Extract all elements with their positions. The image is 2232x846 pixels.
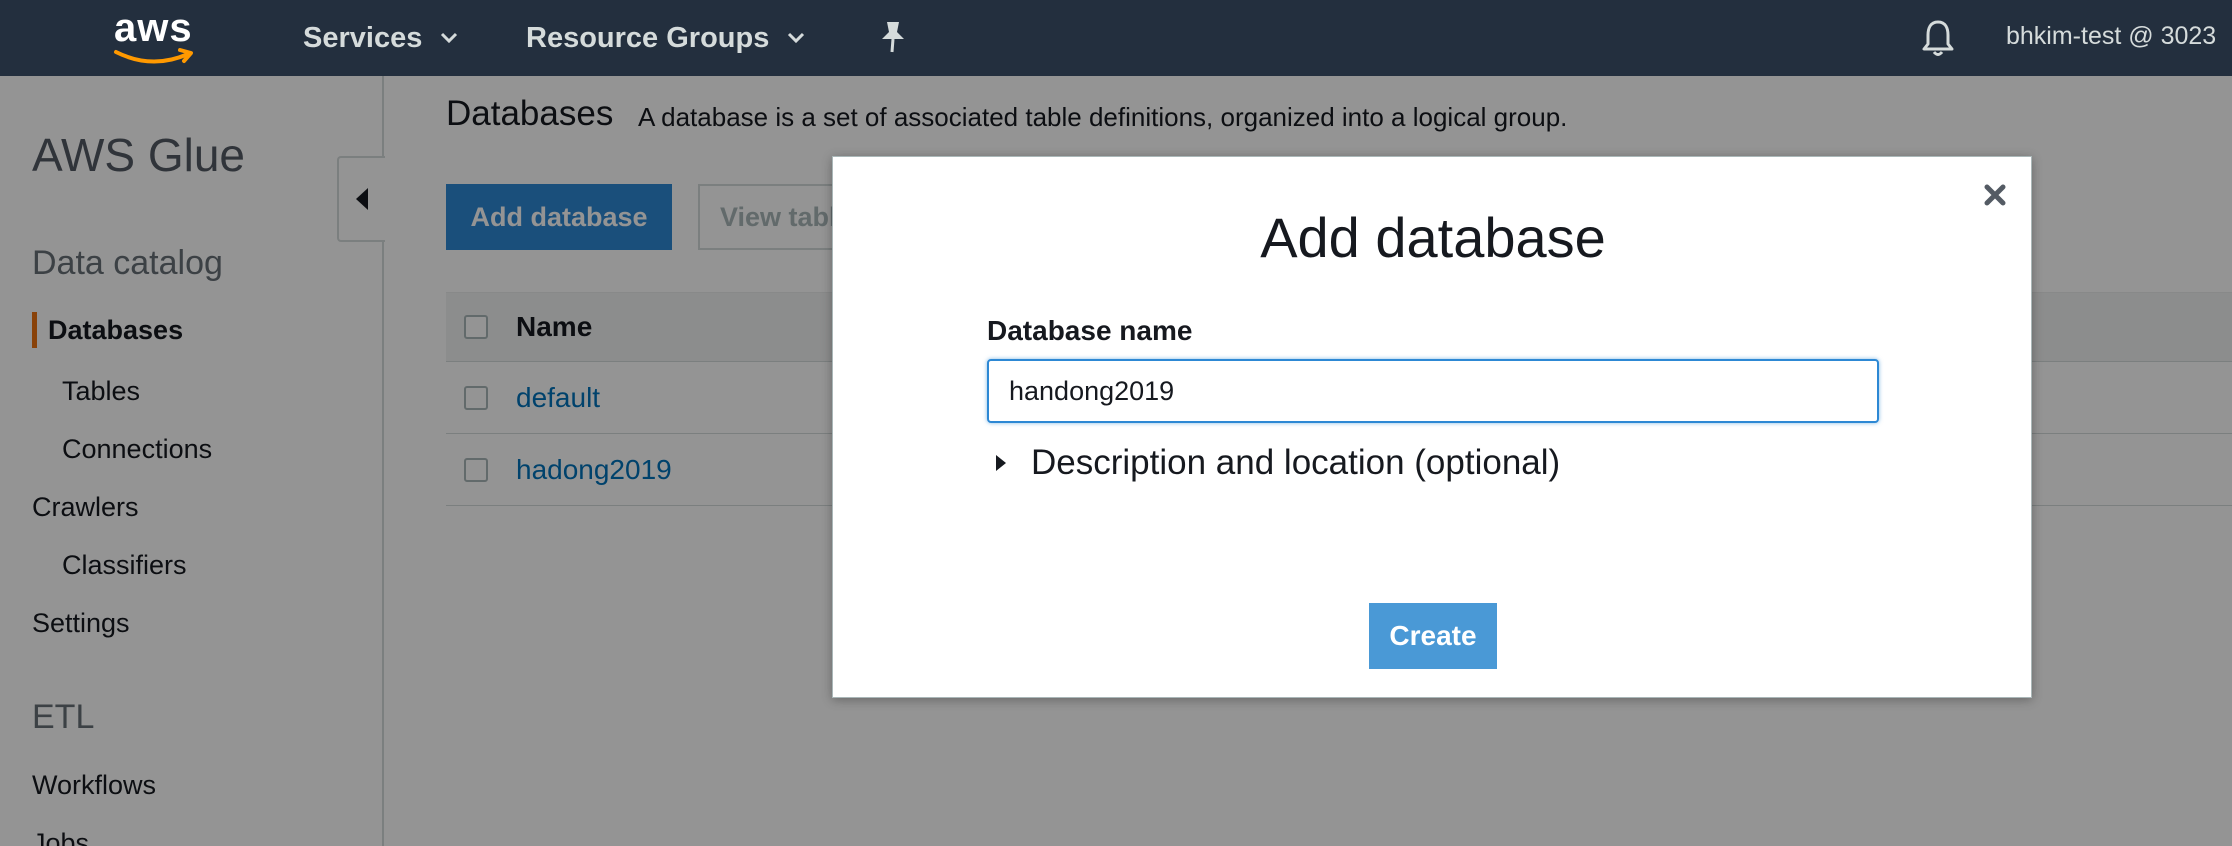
- add-database-dialog: Add database Database name Description a…: [832, 156, 2032, 698]
- aws-logo-text: aws: [114, 6, 193, 50]
- bell-icon[interactable]: [1920, 18, 1956, 58]
- chevron-down-icon: [440, 32, 458, 44]
- account-menu[interactable]: bhkim-test @ 3023: [2006, 22, 2216, 51]
- aws-logo[interactable]: aws: [112, 6, 202, 66]
- pin-icon[interactable]: [878, 20, 908, 54]
- top-nav-bar: aws Services Resource Groups bhkim-test …: [0, 0, 2232, 76]
- resource-groups-label: Resource Groups: [526, 21, 770, 54]
- services-menu[interactable]: Services: [303, 20, 458, 56]
- dialog-title: Add database: [1260, 206, 1606, 269]
- database-name-input[interactable]: [987, 359, 1879, 423]
- chevron-down-icon: [787, 32, 805, 44]
- caret-right-icon: [996, 455, 1006, 471]
- services-label: Services: [303, 21, 423, 54]
- database-name-label: Database name: [987, 315, 1193, 346]
- description-location-toggle[interactable]: Description and location (optional): [993, 443, 1560, 483]
- description-location-label: Description and location (optional): [1031, 443, 1561, 482]
- create-button[interactable]: Create: [1369, 603, 1497, 669]
- aws-smile-icon: [114, 48, 193, 64]
- resource-groups-menu[interactable]: Resource Groups: [526, 20, 805, 56]
